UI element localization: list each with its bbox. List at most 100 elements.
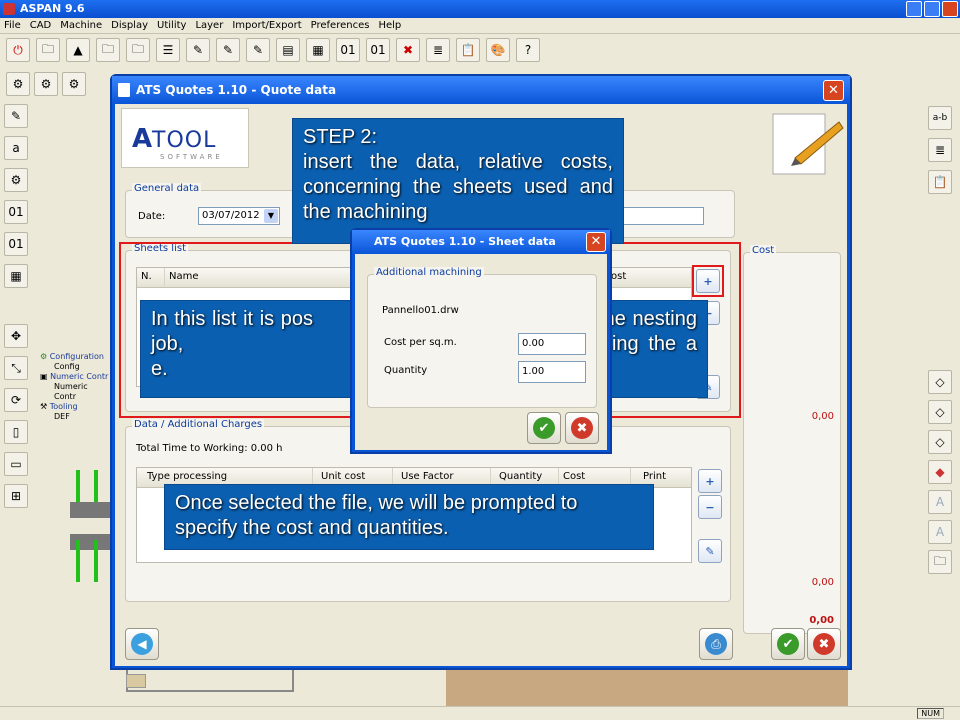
cost-per-sqm-input[interactable]: 0.00	[518, 333, 586, 355]
settings-icon[interactable]: ⚙	[34, 72, 58, 96]
grid-icon[interactable]: ⊞	[4, 484, 28, 508]
menu-preferences[interactable]: Preferences	[311, 18, 370, 33]
sheet-dialog-close-button[interactable]: ✕	[586, 232, 606, 252]
draw-icon[interactable]: ✎	[4, 104, 28, 128]
settings-icon[interactable]: ⚙	[62, 72, 86, 96]
menu-cad[interactable]: CAD	[30, 18, 52, 33]
num-lock-indicator: NUM	[917, 708, 944, 719]
menu-display[interactable]: Display	[111, 18, 148, 33]
up-icon[interactable]: ▲	[66, 38, 90, 62]
status-bar: NUM	[0, 706, 960, 720]
tree-numeric-control-value[interactable]: Numeric Contr	[40, 382, 112, 402]
delete-icon[interactable]: ✖	[396, 38, 420, 62]
sheet-dialog: ATS Quotes 1.10 - Sheet data ✕ Additiona…	[350, 228, 612, 454]
text-a-icon[interactable]: A	[928, 490, 952, 514]
door-icon[interactable]: ▭	[4, 452, 28, 476]
binary-icon[interactable]: 01	[366, 38, 390, 62]
app-title: ASPAN 9.6	[20, 2, 85, 15]
list-icon[interactable]: ≣	[928, 138, 952, 162]
layer-red-icon[interactable]: ◆	[928, 460, 952, 484]
work-area-block	[126, 674, 146, 688]
rail	[76, 540, 80, 582]
charges-title: Data / Additional Charges	[132, 419, 265, 430]
folder-icon[interactable]: 🗀	[928, 550, 952, 574]
tree-config[interactable]: Config	[40, 362, 112, 372]
gears-icon: ⚙	[40, 352, 48, 361]
palette-icon[interactable]: 🎨	[486, 38, 510, 62]
settings-icon[interactable]: ⚙	[6, 72, 30, 96]
cnc-icon: ▣	[40, 372, 48, 381]
menu-layer[interactable]: Layer	[195, 18, 223, 33]
tree-configuration[interactable]: ⚙ Configuration	[40, 352, 112, 362]
edit-icon[interactable]: ✎	[216, 38, 240, 62]
tree-numeric-control[interactable]: ▣ Numeric Contr	[40, 372, 112, 382]
text-a-icon[interactable]: A	[928, 520, 952, 544]
sheet-icon[interactable]: ▤	[276, 38, 300, 62]
quote-dialog-close-button[interactable]: ✕	[823, 80, 844, 101]
paper-pencil-image	[772, 113, 844, 175]
sheet-ok-button[interactable]: ✔	[527, 412, 561, 444]
grid-icon[interactable]: ▦	[306, 38, 330, 62]
minimize-button[interactable]	[906, 1, 922, 17]
edit-icon[interactable]: ✎	[186, 38, 210, 62]
menu-file[interactable]: File	[4, 18, 21, 33]
print-button[interactable]: ⎙	[699, 628, 733, 660]
remove-charge-button[interactable]: −	[698, 495, 722, 519]
additional-machining-title: Additional machining	[374, 267, 484, 278]
atool-logo: A TOOL SOFTWARE	[121, 108, 249, 168]
binary-icon[interactable]: 01	[4, 200, 28, 224]
clipboard-icon[interactable]: 📋	[928, 170, 952, 194]
machine-canvas	[36, 440, 112, 700]
sheet-dialog-titlebar: ATS Quotes 1.10 - Sheet data ✕	[352, 230, 610, 254]
close-icon: ✖	[813, 633, 835, 655]
help-icon[interactable]: ?	[516, 38, 540, 62]
chevron-down-icon[interactable]: ▼	[264, 209, 278, 223]
quantity-input[interactable]: 1.00	[518, 361, 586, 383]
cube-icon[interactable]: ◇	[928, 430, 952, 454]
cube-icon[interactable]: ◇	[928, 400, 952, 424]
close-button[interactable]	[942, 1, 958, 17]
work-table	[446, 670, 848, 706]
menu-utility[interactable]: Utility	[157, 18, 186, 33]
back-button[interactable]: ◀	[125, 628, 159, 660]
maximize-button[interactable]	[924, 1, 940, 17]
text-icon[interactable]: a	[4, 136, 28, 160]
edit-icon[interactable]: ✎	[246, 38, 270, 62]
gear-icon[interactable]: ⚙	[4, 168, 28, 192]
font-size-icon[interactable]: a-b	[928, 106, 952, 130]
add-charge-button[interactable]: +	[698, 469, 722, 493]
tree-tooling[interactable]: ⚒ Tooling	[40, 402, 112, 412]
layout-icon[interactable]: ▦	[4, 264, 28, 288]
folder-icon[interactable]: 🗀	[96, 38, 120, 62]
move-icon[interactable]: ✥	[4, 324, 28, 348]
cost-group: Cost 0,00 0,00 0,00	[743, 245, 841, 634]
cancel-button[interactable]: ✖	[807, 628, 841, 660]
right-toolbar: a-b ≣ 📋	[928, 106, 956, 194]
book-icon[interactable]: ▯	[4, 420, 28, 444]
power-icon[interactable]: ⏻	[6, 38, 30, 62]
svg-text:A: A	[132, 124, 152, 154]
folder-icon[interactable]: 🗀	[126, 38, 150, 62]
menu-bar: File CAD Machine Display Utility Layer I…	[0, 18, 960, 34]
sheet-cancel-button[interactable]: ✖	[565, 412, 599, 444]
menu-import-export[interactable]: Import/Export	[232, 18, 301, 33]
scale-icon[interactable]: ⤡	[4, 356, 28, 380]
customer-field[interactable]	[610, 207, 704, 225]
rotate-icon[interactable]: ⟳	[4, 388, 28, 412]
menu-help[interactable]: Help	[378, 18, 401, 33]
menu-machine[interactable]: Machine	[60, 18, 102, 33]
binary-icon[interactable]: 01	[4, 232, 28, 256]
dialog-icon	[118, 83, 130, 97]
binary-icon[interactable]: 01	[336, 38, 360, 62]
clipboard-icon[interactable]: 📋	[456, 38, 480, 62]
tree-tooling-value[interactable]: DEF	[40, 412, 112, 422]
ok-button[interactable]: ✔	[771, 628, 805, 660]
layers-icon[interactable]: ☰	[156, 38, 180, 62]
open-folder-icon[interactable]: 🗀	[36, 38, 60, 62]
list-icon[interactable]: ≣	[426, 38, 450, 62]
general-data-title: General data	[132, 183, 202, 194]
date-field[interactable]: 03/07/2012 ▼	[198, 207, 280, 225]
cube-icon[interactable]: ◇	[928, 370, 952, 394]
checkmark-icon: ✔	[533, 417, 555, 439]
edit-charge-button[interactable]: ✎	[698, 539, 722, 563]
